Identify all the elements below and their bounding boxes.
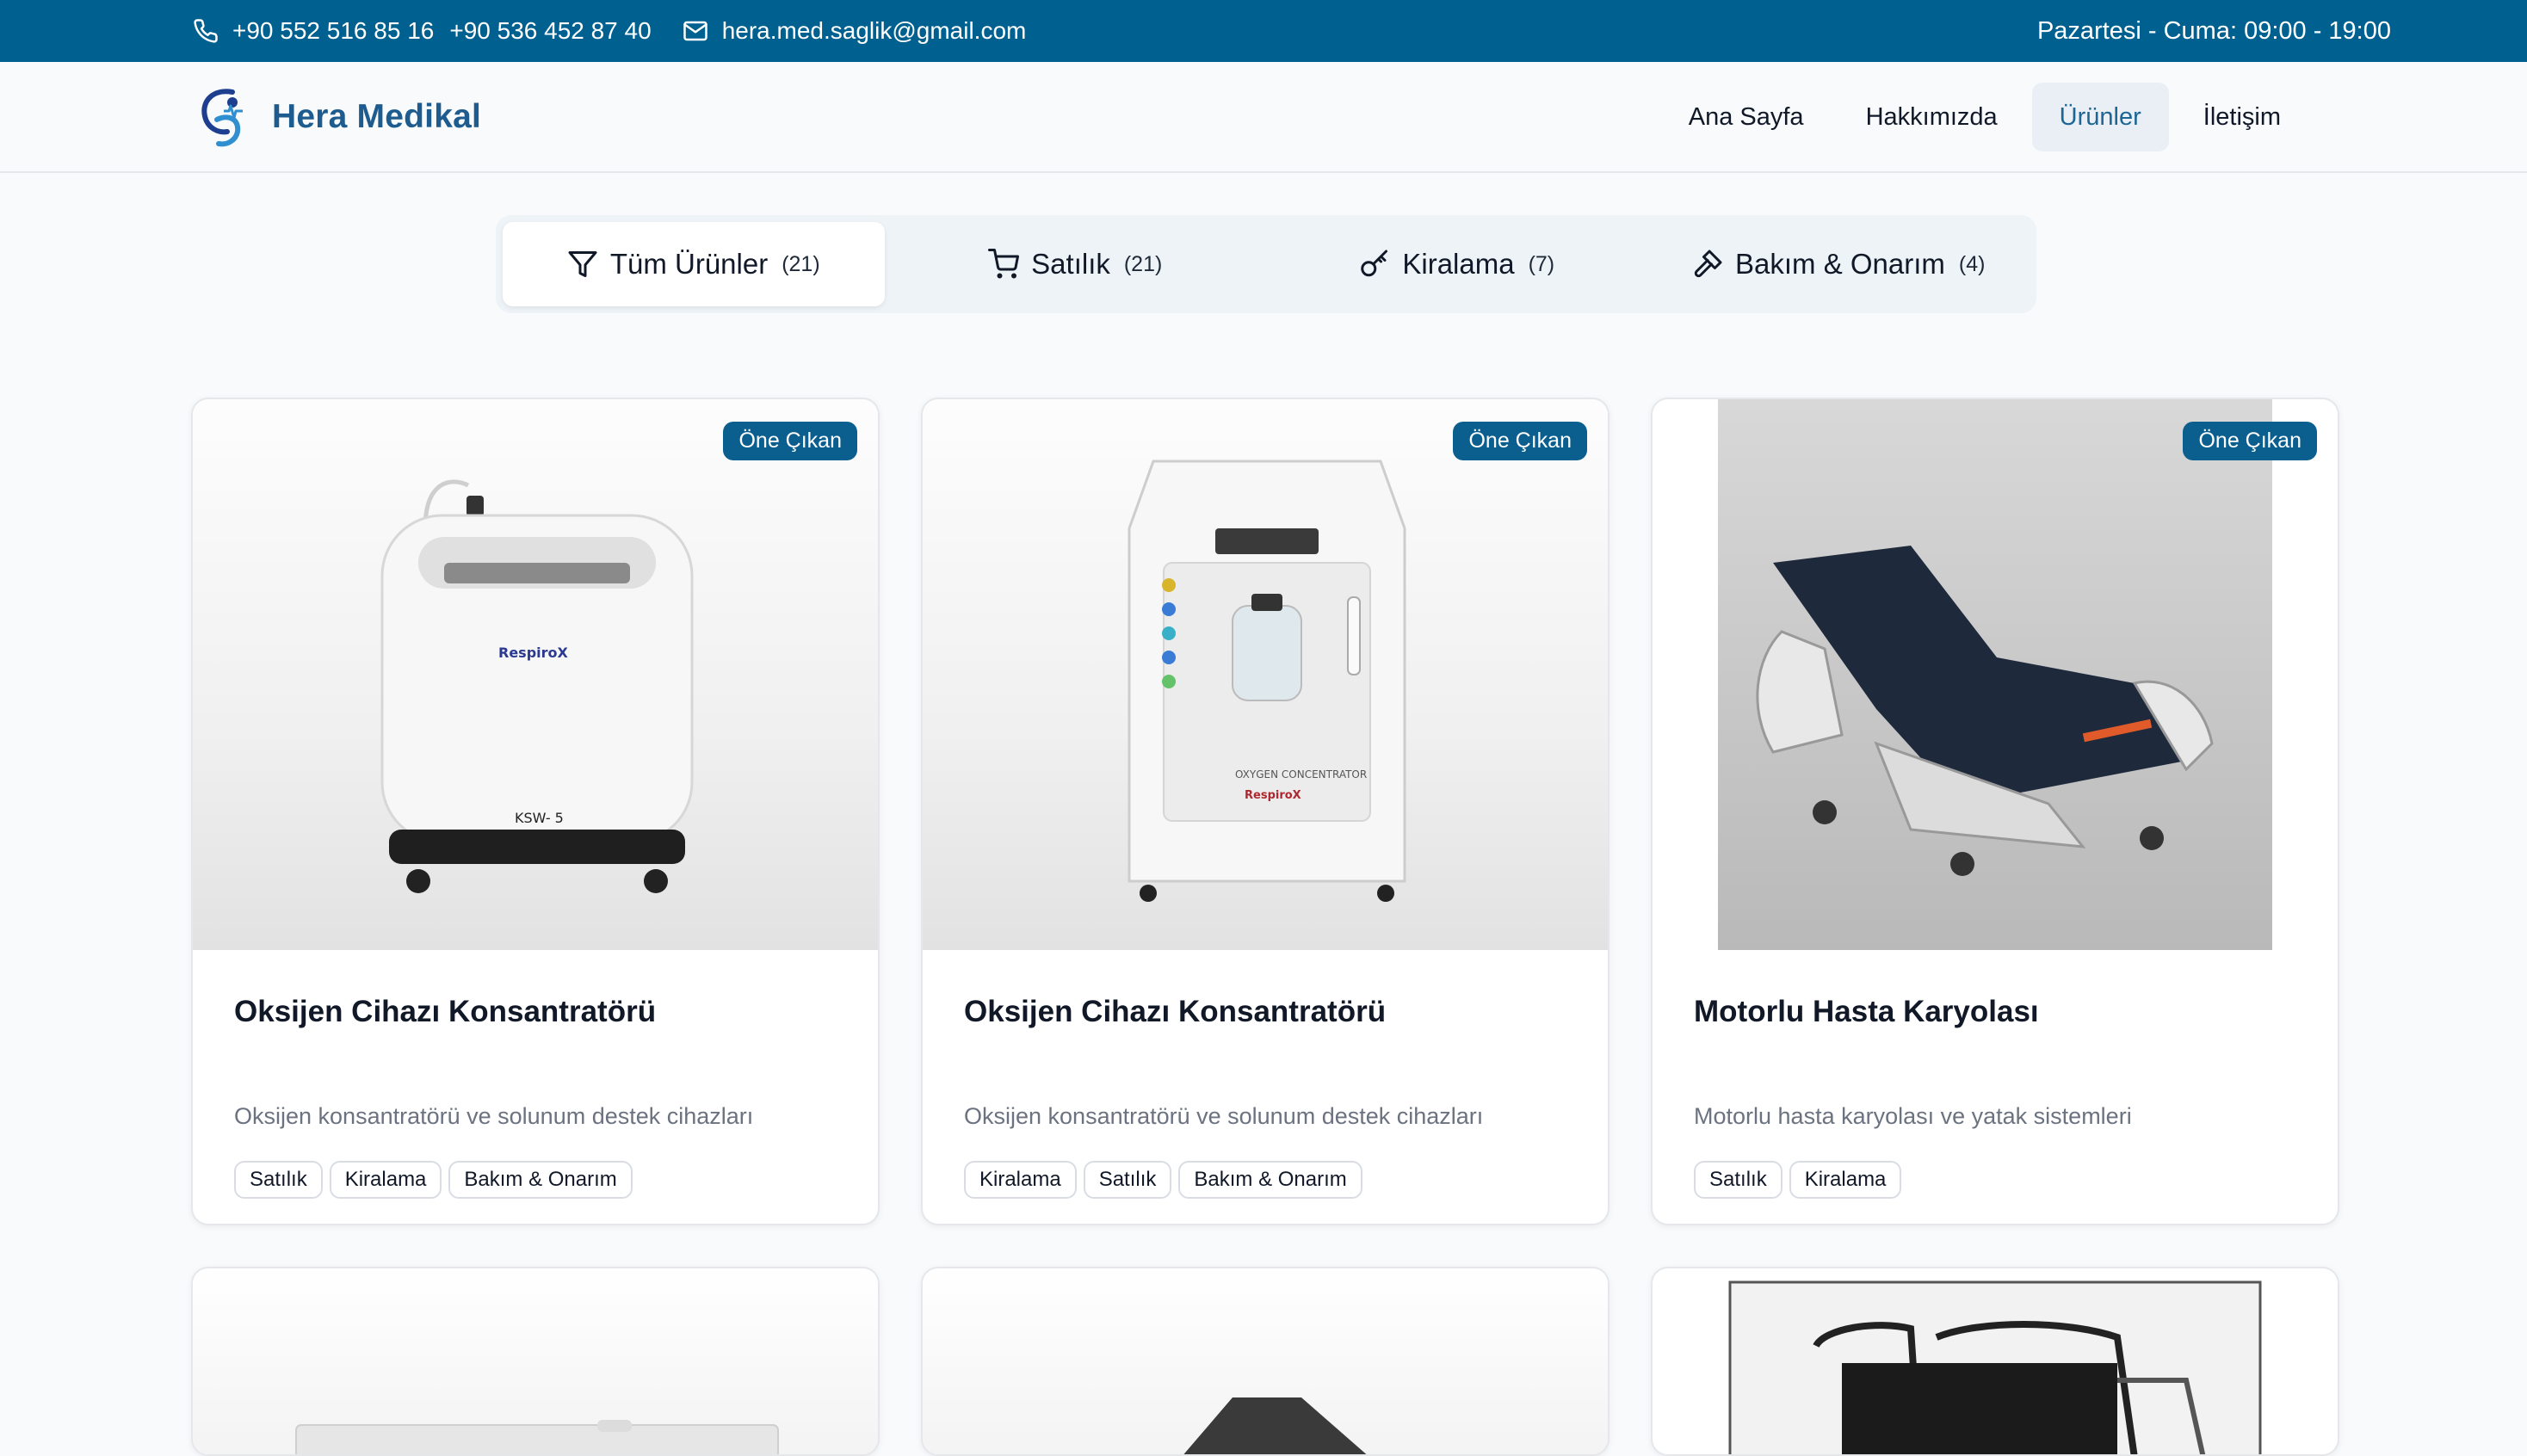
tag-badge: Bakım & Onarım bbox=[448, 1161, 633, 1199]
product-tags: Satılık Kiralama Bakım & Onarım bbox=[234, 1161, 837, 1199]
product-card[interactable] bbox=[921, 1267, 1609, 1456]
product-description: Oksijen konsantratörü ve solunum destek … bbox=[964, 1103, 1484, 1129]
tab-count: (21) bbox=[782, 251, 820, 276]
nav-contact[interactable]: İletişim bbox=[2176, 83, 2308, 151]
tag-badge: Kiralama bbox=[1789, 1161, 1902, 1199]
product-card[interactable]: OXYGEN CONCENTRATOR RespiroX Öne Çıkan O… bbox=[921, 398, 1609, 1225]
topbar: +90 552 516 85 16 +90 536 452 87 40 hera… bbox=[0, 0, 2527, 62]
tab-count: (21) bbox=[1123, 251, 1163, 276]
tab-label: Bakım & Onarım bbox=[1735, 248, 1945, 280]
product-filter-tabs: Tüm Ürünler (21) Satılık (21) Kiralama (… bbox=[496, 215, 2036, 313]
working-hours: Pazartesi - Cuma: 09:00 - 19:00 bbox=[2036, 16, 2391, 45]
product-tags: Kiralama Satılık Bakım & Onarım bbox=[964, 1161, 1566, 1199]
hammer-icon bbox=[1692, 249, 1723, 280]
product-image: OXYGEN CONCENTRATOR RespiroX Öne Çıkan bbox=[923, 399, 1608, 950]
hospital-bed-image bbox=[1718, 399, 2272, 950]
wheelchair-photo bbox=[1728, 1280, 2262, 1454]
product-photo bbox=[295, 1420, 779, 1454]
phone-link-1[interactable]: +90 552 516 85 16 bbox=[232, 17, 434, 45]
tag-badge: Satılık bbox=[1694, 1161, 1782, 1199]
phone-link-2[interactable]: +90 536 452 87 40 bbox=[449, 17, 651, 45]
tab-rental[interactable]: Kiralama (7) bbox=[1266, 222, 1648, 306]
device-type-label: OXYGEN CONCENTRATOR bbox=[1235, 768, 1367, 780]
featured-badge: Öne Çıkan bbox=[1453, 422, 1587, 460]
product-image: RespiroX KSW- 5 Öne Çıkan bbox=[193, 399, 878, 950]
product-image bbox=[1653, 1268, 2338, 1454]
product-card[interactable]: Öne Çıkan Motorlu Hasta Karyolası Motorl… bbox=[1651, 398, 2339, 1225]
brand-home-link[interactable]: Hera Medikal bbox=[198, 85, 481, 149]
tab-maintenance[interactable]: Bakım & Onarım (4) bbox=[1648, 222, 2030, 306]
tab-label: Kiralama bbox=[1402, 248, 1515, 280]
main-nav: Ana Sayfa Hakkımızda Ürünler İletişim bbox=[1654, 82, 2308, 151]
tag-badge: Satılık bbox=[234, 1161, 323, 1199]
nav-products[interactable]: Ürünler bbox=[2031, 82, 2169, 151]
email-link[interactable]: hera.med.saglik@gmail.com bbox=[722, 17, 1027, 45]
nav-home[interactable]: Ana Sayfa bbox=[1661, 83, 1832, 151]
product-title[interactable]: Motorlu Hasta Karyolası bbox=[1694, 995, 2296, 1029]
oxygen-concentrator-image: OXYGEN CONCENTRATOR RespiroX bbox=[1128, 460, 1406, 902]
tag-badge: Bakım & Onarım bbox=[1178, 1161, 1362, 1199]
featured-badge: Öne Çıkan bbox=[2183, 422, 2317, 460]
key-icon bbox=[1359, 249, 1390, 280]
product-image: Öne Çıkan bbox=[1653, 399, 2338, 950]
product-description: Oksijen konsantratörü ve solunum destek … bbox=[234, 1103, 754, 1129]
filter-icon bbox=[567, 249, 598, 280]
product-photo bbox=[1183, 1397, 1367, 1454]
product-description: Motorlu hasta karyolası ve yatak sisteml… bbox=[1694, 1103, 2132, 1129]
product-card[interactable] bbox=[191, 1267, 880, 1456]
product-card[interactable] bbox=[1651, 1267, 2339, 1456]
product-tags: Satılık Kiralama bbox=[1694, 1161, 2296, 1199]
tab-count: (7) bbox=[1528, 251, 1555, 276]
tag-badge: Kiralama bbox=[329, 1161, 442, 1199]
product-image bbox=[193, 1268, 878, 1454]
product-image bbox=[923, 1268, 1608, 1454]
tab-all-products[interactable]: Tüm Ürünler (21) bbox=[503, 222, 885, 306]
tab-label: Satılık bbox=[1031, 248, 1110, 280]
cart-icon bbox=[988, 249, 1020, 280]
device-model-label: KSW- 5 bbox=[515, 810, 564, 826]
device-brand-label: RespiroX bbox=[1245, 789, 1301, 802]
tab-for-sale[interactable]: Satılık (21) bbox=[885, 222, 1267, 306]
brand-name: Hera Medikal bbox=[272, 97, 482, 135]
tag-badge: Satılık bbox=[1083, 1161, 1172, 1199]
hera-logo-icon bbox=[201, 88, 243, 146]
device-brand-label: RespiroX bbox=[498, 645, 569, 661]
navbar: Hera Medikal Ana Sayfa Hakkımızda Ürünle… bbox=[0, 62, 2527, 173]
product-title[interactable]: Oksijen Cihazı Konsantratörü bbox=[234, 995, 837, 1029]
phone-icon bbox=[191, 16, 220, 46]
product-card[interactable]: RespiroX KSW- 5 Öne Çıkan Oksijen Cihazı… bbox=[191, 398, 880, 1225]
product-title[interactable]: Oksijen Cihazı Konsantratörü bbox=[964, 995, 1566, 1029]
tab-label: Tüm Ürünler bbox=[609, 248, 769, 280]
featured-badge: Öne Çıkan bbox=[723, 422, 857, 460]
tag-badge: Kiralama bbox=[964, 1161, 1077, 1199]
nav-about[interactable]: Hakkımızda bbox=[1838, 83, 2025, 151]
oxygen-concentrator-image: RespiroX KSW- 5 bbox=[380, 479, 694, 893]
mail-icon bbox=[681, 16, 710, 46]
tab-count: (4) bbox=[1958, 251, 1986, 276]
